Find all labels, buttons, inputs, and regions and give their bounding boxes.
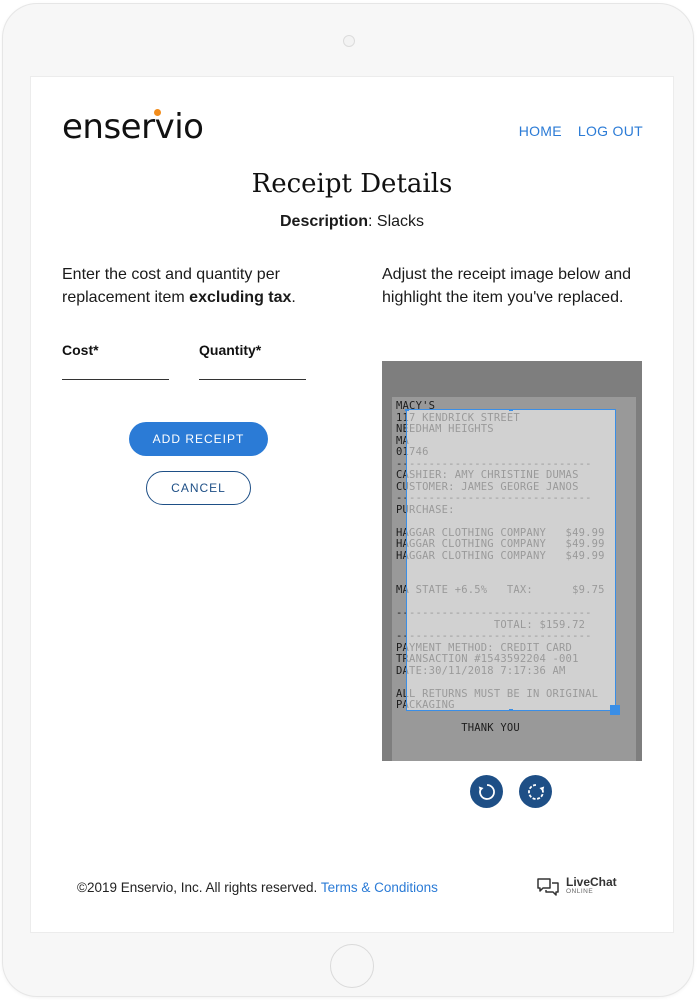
terms-link[interactable]: Terms & Conditions	[321, 880, 438, 895]
description-value: : Slacks	[368, 213, 425, 230]
camera-icon	[343, 35, 355, 47]
logo-dot	[154, 109, 161, 116]
livechat-status: ONLINE	[566, 888, 594, 895]
receipt-line: THANK YOU	[396, 722, 520, 734]
add-receipt-button[interactable]: ADD RECEIPT	[129, 422, 268, 456]
cost-instructions: Enter the cost and quantity per replacem…	[62, 263, 332, 309]
quantity-field-group: Quantity*	[199, 342, 306, 380]
cost-input[interactable]	[62, 368, 169, 380]
device-home-button	[330, 944, 374, 988]
crop-handle-top-middle[interactable]	[509, 409, 513, 411]
crop-handle-top-left[interactable]	[405, 409, 409, 411]
resize-handle-bottom-right[interactable]	[610, 705, 620, 715]
rotate-left-button[interactable]	[470, 775, 503, 808]
cost-field-group: Cost*	[62, 342, 169, 380]
receipt-instructions: Adjust the receipt image below and highl…	[382, 266, 632, 306]
crop-handle-bottom-middle[interactable]	[509, 709, 513, 711]
livechat-widget[interactable]: LiveChat ONLINE	[536, 875, 617, 897]
rotate-right-button[interactable]	[519, 775, 552, 808]
page-title: Receipt Details	[251, 169, 453, 199]
description-label: Description	[279, 213, 368, 230]
quantity-input[interactable]	[199, 368, 306, 380]
footer: ©2019 Enservio, Inc. All rights reserved…	[77, 880, 438, 895]
rotate-left-icon	[478, 783, 495, 800]
nav-logout-link[interactable]: LOG OUT	[578, 123, 643, 139]
copyright-text: ©2019 Enservio, Inc. All rights reserved…	[77, 880, 321, 895]
rotate-right-icon	[527, 783, 544, 800]
quantity-label: Quantity*	[199, 342, 262, 358]
enservio-logo: enservio	[62, 107, 204, 147]
item-description: Description: Slacks	[31, 213, 673, 231]
nav-home-link[interactable]: HOME	[519, 123, 562, 139]
tablet-frame: enservio HOME LOG OUT Receipt Details De…	[3, 4, 693, 996]
receipt-image-viewer: MACY'S117 KENDRICK STREETNEEDHAM HEIGHTS…	[382, 361, 642, 761]
top-nav: HOME LOG OUT	[519, 123, 643, 139]
livechat-title: LiveChat	[566, 875, 617, 889]
cost-instructions-end: .	[291, 289, 296, 306]
cancel-button[interactable]: CANCEL	[146, 471, 251, 505]
cost-label: Cost*	[62, 342, 99, 358]
highlight-selection-box[interactable]	[405, 409, 620, 715]
app-screen: enservio HOME LOG OUT Receipt Details De…	[30, 76, 674, 933]
chat-bubbles-icon	[537, 878, 559, 896]
livechat-label: LiveChat ONLINE	[566, 875, 617, 897]
cost-instructions-bold: excluding tax	[189, 289, 292, 306]
